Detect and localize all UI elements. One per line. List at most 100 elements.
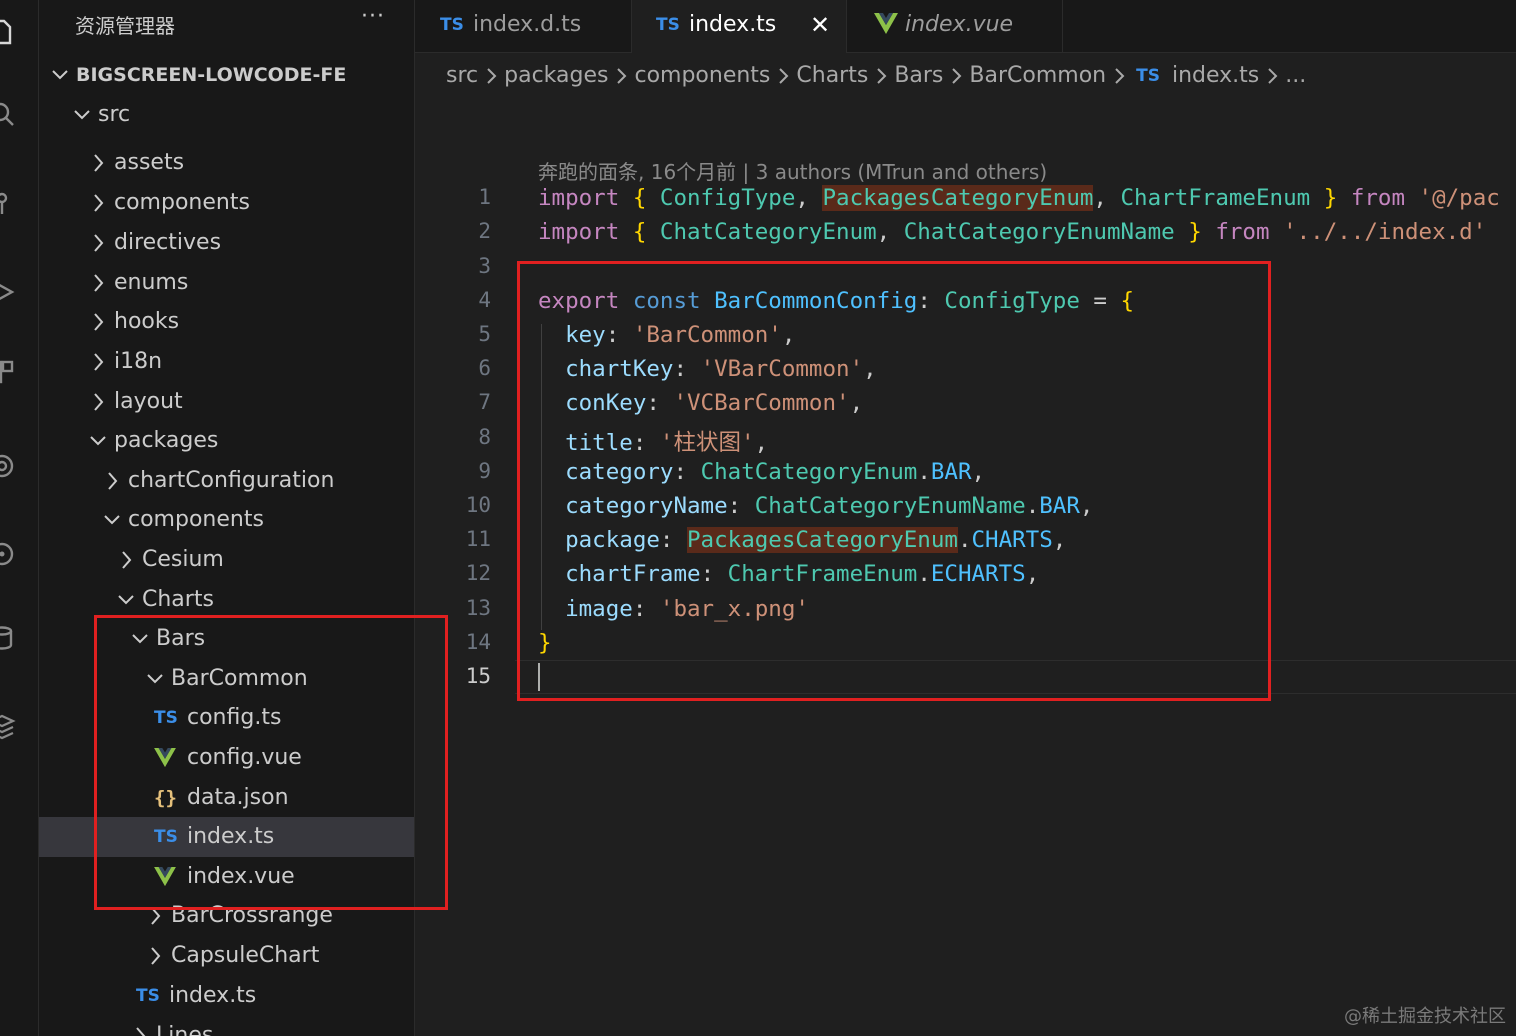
line-number: 6 — [478, 356, 491, 380]
tree-folder[interactable]: directives — [39, 223, 414, 263]
tree-folder[interactable]: i18n — [39, 342, 414, 382]
chevron-right-icon — [1261, 58, 1283, 94]
files-icon[interactable] — [0, 18, 16, 46]
line-number: 8 — [478, 425, 491, 449]
vue-file-icon — [874, 13, 898, 34]
tree-folder[interactable]: packages — [39, 421, 414, 461]
source-control-icon[interactable] — [0, 190, 16, 218]
chevron-down-icon[interactable] — [71, 95, 93, 135]
highlight-box — [517, 261, 1271, 701]
line-number: 10 — [465, 493, 491, 517]
tab-index-vue[interactable]: index.vue — [847, 0, 1063, 52]
tree-folder[interactable]: hooks — [39, 302, 414, 342]
tree-folder[interactable]: Charts — [39, 580, 414, 620]
tree-folder[interactable]: chartConfiguration — [39, 461, 414, 501]
tree-folder[interactable]: layout — [39, 382, 414, 422]
chevron-right-icon[interactable] — [87, 223, 109, 263]
tree-item-label: Charts — [142, 587, 214, 612]
tree-folder[interactable]: CapsuleChart — [39, 936, 414, 976]
tree-folder[interactable]: components — [39, 183, 414, 223]
breadcrumb-item[interactable]: Charts — [796, 58, 868, 94]
database-icon[interactable] — [0, 624, 16, 652]
tree-item-label: enums — [114, 270, 189, 295]
tree-folder[interactable]: Lines — [39, 1016, 414, 1036]
chevron-right-icon[interactable] — [87, 263, 109, 303]
chevron-right-icon[interactable] — [87, 302, 109, 342]
breadcrumb: src packages components Charts Bars BarCommon… — [444, 58, 1308, 94]
search-icon[interactable] — [0, 100, 16, 128]
tree-item-label: directives — [114, 230, 222, 255]
chevron-down-icon[interactable] — [49, 55, 71, 95]
tab-index-ts[interactable]: TS index.ts ✕ — [632, 0, 847, 53]
line-number: 1 — [478, 185, 491, 209]
tree-item-label: packages — [114, 428, 219, 453]
breadcrumb-item[interactable]: Bars — [894, 58, 943, 94]
tree-item-label: layout — [114, 389, 183, 414]
line-number: 9 — [478, 459, 491, 483]
breadcrumb-item[interactable]: src — [446, 58, 478, 94]
tab-index-d-ts[interactable]: TS index.d.ts — [415, 0, 632, 52]
breadcrumb-item[interactable]: components — [634, 58, 770, 94]
tree-folder[interactable]: BIGSCREEN-LOWCODE-FE — [39, 55, 414, 95]
breadcrumb-item[interactable]: BarCommon — [969, 58, 1106, 94]
timeline-icon[interactable] — [0, 540, 16, 568]
chevron-down-icon[interactable] — [101, 500, 123, 540]
code-line: import { ConfigType, PackagesCategoryEnu… — [538, 185, 1500, 211]
run-debug-icon[interactable] — [0, 278, 16, 306]
tree-folder[interactable]: Cesium — [39, 540, 414, 580]
chevron-right-icon[interactable] — [87, 143, 109, 183]
tree-file[interactable]: TS index.ts — [39, 976, 414, 1016]
line-number: 12 — [465, 561, 491, 585]
breadcrumb-item[interactable]: ... — [1285, 58, 1306, 94]
breadcrumb-item[interactable]: index.ts — [1172, 58, 1259, 94]
chevron-down-icon[interactable] — [87, 421, 109, 461]
highlight-box — [94, 615, 448, 910]
line-number: 7 — [478, 390, 491, 414]
chevron-right-icon — [945, 58, 967, 94]
chevron-right-icon[interactable] — [115, 540, 137, 580]
line-number: 4 — [478, 288, 491, 312]
line-number: 3 — [478, 254, 491, 278]
chevron-right-icon[interactable] — [101, 461, 123, 501]
tree-item-label: src — [98, 102, 131, 127]
breadcrumb-item[interactable]: packages — [504, 58, 608, 94]
chevron-right-icon — [870, 58, 892, 94]
ts-file-icon: TS — [1136, 66, 1160, 86]
tree-folder[interactable]: assets — [39, 143, 414, 183]
tree-item-label: components — [114, 190, 250, 215]
chevron-right-icon[interactable] — [129, 1016, 151, 1036]
tree-item-label: Lines — [156, 1023, 214, 1036]
more-actions-icon[interactable]: ··· — [361, 4, 385, 29]
chevron-right-icon — [1108, 58, 1130, 94]
close-icon[interactable]: ✕ — [810, 0, 830, 50]
line-number: 2 — [478, 219, 491, 243]
chevron-right-icon — [610, 58, 632, 94]
chevron-right-icon[interactable] — [144, 936, 166, 976]
chevron-right-icon[interactable] — [87, 183, 109, 223]
extensions-icon[interactable] — [0, 358, 16, 386]
chevron-right-icon — [480, 58, 502, 94]
tab-label: index.d.ts — [473, 12, 582, 37]
chevron-down-icon[interactable] — [115, 580, 137, 620]
line-number: 11 — [465, 527, 491, 551]
tree-folder[interactable]: src — [39, 95, 414, 135]
ts-file-icon: TS — [656, 15, 680, 35]
chevron-right-icon — [772, 58, 794, 94]
editor-tab-bar: TS index.d.ts TS index.ts ✕ index.vue — [415, 0, 1516, 53]
ts-file-icon: TS — [440, 15, 464, 35]
layers-icon[interactable] — [0, 712, 16, 740]
chevron-right-icon[interactable] — [87, 382, 109, 422]
chevron-right-icon[interactable] — [87, 342, 109, 382]
tree-folder[interactable]: components — [39, 500, 414, 540]
code-editor[interactable]: 奔跑的面条, 16个月前 | 3 authors (MTrun and othe… — [415, 100, 1516, 1036]
tree-item-label: Cesium — [142, 547, 224, 572]
tree-item-label: hooks — [114, 309, 180, 334]
tree-item-label: i18n — [114, 349, 163, 374]
remote-explorer-icon[interactable] — [0, 452, 16, 480]
activity-bar — [0, 0, 39, 1036]
tree-item-label: components — [128, 507, 264, 532]
line-number: 5 — [478, 322, 491, 346]
tree-item-label: CapsuleChart — [171, 943, 320, 968]
tree-folder[interactable]: enums — [39, 263, 414, 303]
tab-label: index.ts — [689, 12, 777, 37]
